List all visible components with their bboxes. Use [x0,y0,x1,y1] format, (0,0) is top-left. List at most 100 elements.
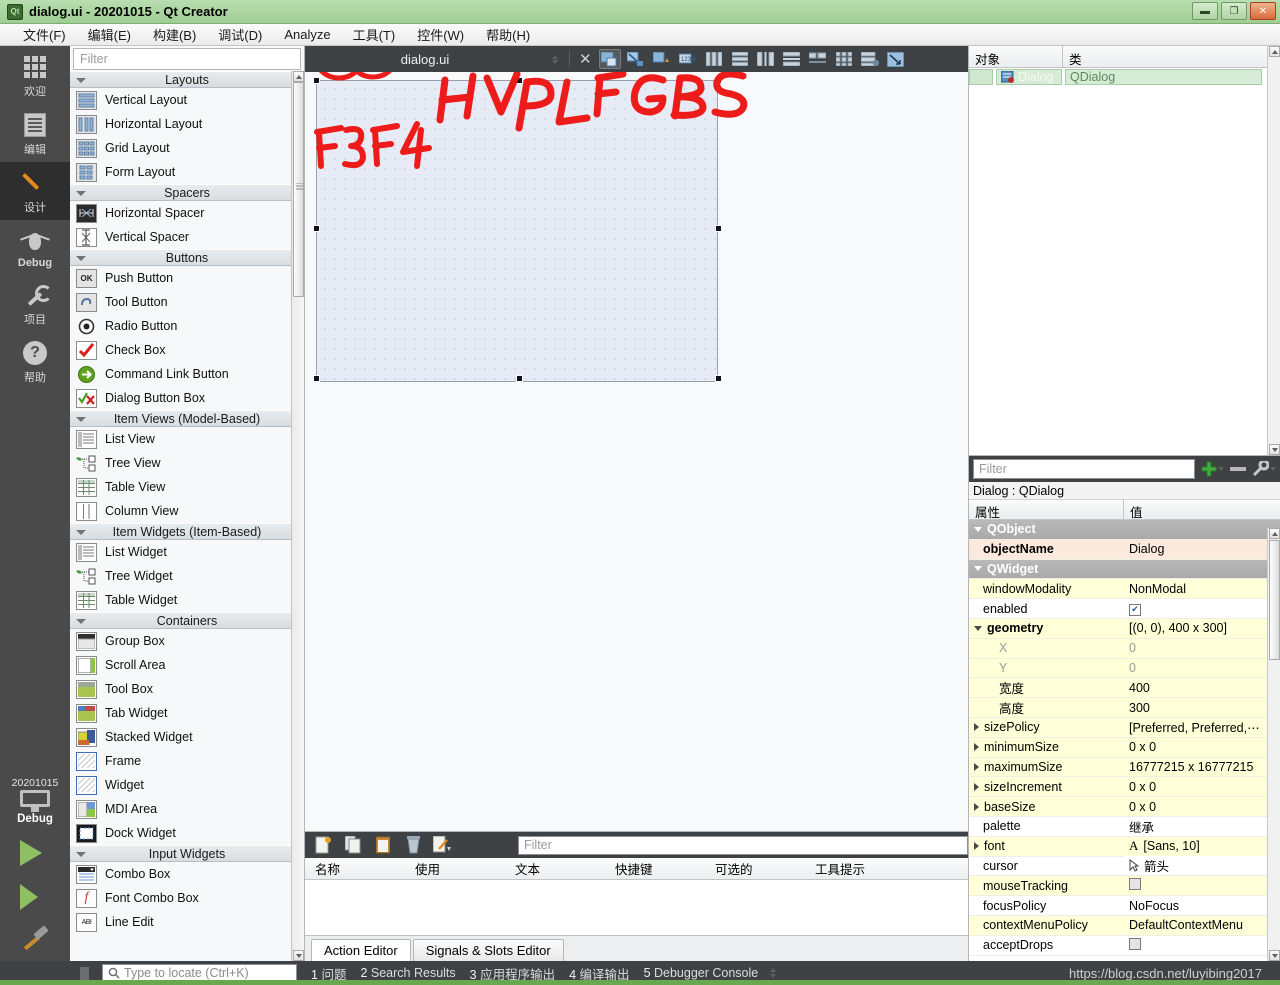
property-row-maximumsize[interactable]: maximumSize 16777215 x 16777215 [969,757,1280,778]
editor-filename[interactable]: dialog.ui [305,52,545,67]
property-editor-filter[interactable]: Filter [973,459,1195,479]
copy-icon[interactable] [343,835,363,855]
widget-item-tab-widget[interactable]: Tab Widget [70,701,304,725]
widget-item-dialog-button-box[interactable]: Dialog Button Box [70,386,304,410]
menu-file[interactable]: 文件(F) [12,23,77,46]
layout-grid-icon[interactable] [833,49,855,69]
edit-action-icon[interactable] [433,835,453,855]
property-row-geometry[interactable]: geometry [(0, 0), 400 x 300] [969,618,1280,639]
resize-handle-left[interactable] [313,225,320,232]
editor-navigate-icon[interactable] [552,54,558,64]
property-row-qobject[interactable]: QObject [969,520,1280,540]
widget-item-column-view[interactable]: Column View [70,499,304,523]
resize-handle-bottom[interactable] [516,375,523,382]
property-row-sizepolicy[interactable]: sizePolicy [Preferred, Preferred,⋯ [969,717,1280,738]
scroll-down-button[interactable] [1269,444,1280,455]
remove-property-button[interactable] [1230,462,1246,476]
widget-item-form-layout[interactable]: Form Layout [70,160,304,184]
widget-item-tree-view[interactable]: Tree View [70,451,304,475]
widget-category-item-views[interactable]: Item Views (Model-Based) [70,410,304,427]
mode-help[interactable]: ? 帮助 [0,332,70,390]
mode-edit[interactable]: 编辑 [0,104,70,162]
widget-item-command-link-button[interactable]: Command Link Button [70,362,304,386]
menu-help[interactable]: 帮助(H) [475,23,541,46]
object-inspector-scrollbar[interactable] [1267,46,1280,455]
widget-item-grid-layout[interactable]: Grid Layout [70,136,304,160]
resize-handle-top-left[interactable] [313,77,320,84]
scrollbar-thumb[interactable] [1269,540,1280,660]
preview-icon[interactable] [885,49,907,69]
edit-buddies-icon[interactable]: 123 [677,49,699,69]
widget-box-scrollbar[interactable] [291,71,304,961]
widget-item-frame[interactable]: Frame [70,749,304,773]
property-row-objectname[interactable]: objectName Dialog [969,539,1280,560]
widget-item-check-box[interactable]: Check Box [70,338,304,362]
property-row-font[interactable]: font A [Sans, 10] [969,836,1280,857]
widget-item-vertical-layout[interactable]: Vertical Layout [70,88,304,112]
widget-category-layouts[interactable]: Layouts [70,71,304,88]
property-row-minimumsize[interactable]: minimumSize 0 x 0 [969,737,1280,758]
configure-property-button[interactable] [1252,461,1276,477]
menu-build[interactable]: 构建(B) [142,23,207,46]
mode-welcome[interactable]: 欢迎 [0,46,70,104]
resize-handle-bottom-right[interactable] [715,375,722,382]
widget-item-horizontal-spacer[interactable]: Horizontal Spacer [70,201,304,225]
widget-item-horizontal-layout[interactable]: Horizontal Layout [70,112,304,136]
widget-item-stacked-widget[interactable]: Stacked Widget [70,725,304,749]
form-canvas[interactable] [305,72,968,831]
scroll-up-button[interactable] [1269,528,1280,539]
property-rows[interactable]: QObject objectName Dialog QWidget window… [969,520,1280,961]
widget-item-group-box[interactable]: Group Box [70,629,304,653]
widget-item-tool-box[interactable]: Tool Box [70,677,304,701]
property-row-sizeincrement[interactable]: sizeIncrement 0 x 0 [969,777,1280,798]
kit-selector[interactable]: 20201015 Debug [12,777,59,825]
break-layout-icon[interactable] [598,49,621,69]
widget-item-line-edit[interactable]: ABI Line Edit [70,910,304,934]
menu-widgets[interactable]: 控件(W) [406,23,475,46]
widget-item-font-combo-box[interactable]: f Font Combo Box [70,886,304,910]
layout-vertically-icon[interactable] [729,49,751,69]
add-property-button[interactable] [1201,461,1224,477]
menu-edit[interactable]: 编辑(E) [77,23,142,46]
property-row-acceptdrops[interactable]: acceptDrops [969,936,1280,956]
widget-category-item-widgets[interactable]: Item Widgets (Item-Based) [70,523,304,540]
paste-icon[interactable] [373,835,393,855]
resize-handle-bottom-left[interactable] [313,375,320,382]
adjust-size-icon[interactable] [625,49,647,69]
status-pane-debugger-console[interactable]: 5 Debugger Console [644,966,759,980]
resize-handle-top-right[interactable] [715,77,722,84]
property-editor-scrollbar[interactable] [1267,528,1280,961]
property-row-focuspolicy[interactable]: focusPolicy NoFocus [969,896,1280,916]
widget-item-list-view[interactable]: List View [70,427,304,451]
build-button[interactable] [21,927,49,953]
property-row-geometry-x[interactable]: X 0 [969,638,1280,659]
property-row-qwidget[interactable]: QWidget [969,559,1280,580]
new-action-icon[interactable] [313,835,333,855]
scroll-up-button[interactable] [1269,46,1280,57]
widget-item-table-view[interactable]: Table View [70,475,304,499]
property-row-geometry-width[interactable]: 宽度 400 [969,678,1280,699]
enabled-checkbox[interactable]: ✔ [1129,603,1141,616]
widget-item-mdi-area[interactable]: MDI Area [70,797,304,821]
widget-box-filter[interactable]: Filter [73,48,301,70]
widget-box-list[interactable]: Layouts Vertical Layout Horizontal Layou… [70,71,304,961]
close-editor-icon[interactable]: ✕ [579,50,592,68]
output-toggle-icon[interactable] [80,966,89,980]
widget-item-list-widget[interactable]: List Widget [70,540,304,564]
property-row-windowmodality[interactable]: windowModality NonModal [969,579,1280,600]
property-row-mousetracking[interactable]: mouseTracking [969,876,1280,897]
tab-action-editor[interactable]: Action Editor [311,939,411,961]
menu-tools[interactable]: 工具(T) [342,23,407,46]
mode-projects[interactable]: 项目 [0,274,70,332]
close-button[interactable]: ✕ [1250,2,1276,20]
debug-button[interactable] [20,884,50,910]
delete-icon[interactable] [403,835,423,855]
widget-item-widget[interactable]: Widget [70,773,304,797]
layout-form-icon[interactable] [807,49,829,69]
widget-item-dock-widget[interactable]: Dock Widget [70,821,304,845]
acceptdrops-checkbox[interactable] [1129,937,1141,950]
widget-item-tool-button[interactable]: Tool Button [70,290,304,314]
action-editor-filter[interactable]: Filter [518,835,968,855]
menu-analyze[interactable]: Analyze [273,25,341,44]
widget-item-radio-button[interactable]: Radio Button [70,314,304,338]
